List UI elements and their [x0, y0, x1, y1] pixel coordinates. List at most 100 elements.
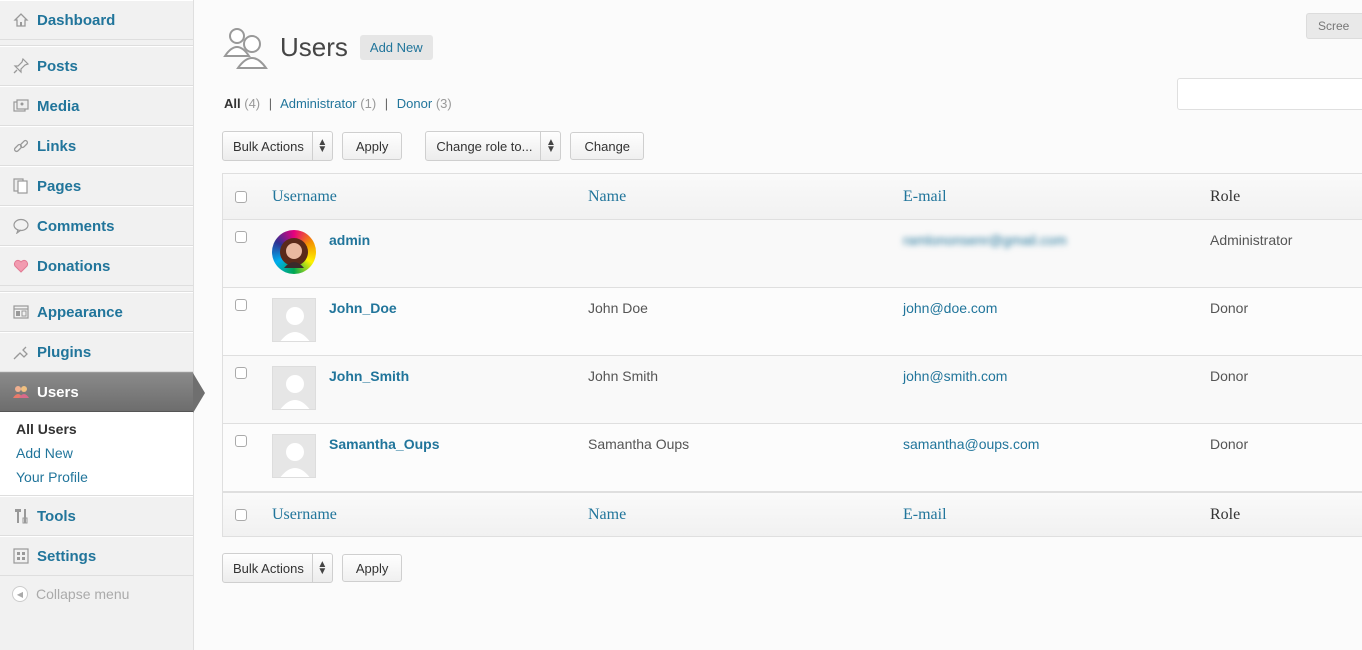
username-link[interactable]: admin	[329, 232, 370, 248]
search-users-input[interactable]	[1177, 78, 1362, 110]
column-email[interactable]: E-mail	[903, 188, 947, 206]
apply-button[interactable]: Apply	[341, 132, 403, 160]
column-name-footer[interactable]: Name	[588, 506, 626, 524]
screen-options-tab[interactable]: Scree	[1306, 13, 1362, 39]
filter-all-count: (4)	[244, 96, 261, 111]
column-name[interactable]: Name	[588, 188, 626, 206]
collapse-arrow-icon: ◀	[12, 586, 28, 602]
sidebar-item-comments[interactable]: Comments	[0, 206, 193, 246]
sidebar-item-label: Settings	[37, 547, 97, 565]
row-checkbox[interactable]	[235, 231, 247, 243]
sidebar-item-pages[interactable]: Pages	[0, 166, 193, 206]
column-role-footer: Role	[1210, 505, 1241, 523]
table-row: admin ramlononsenr@gmail.com Administrat…	[223, 220, 1362, 288]
sidebar-item-label: Appearance	[37, 303, 123, 321]
submenu-add-new[interactable]: Add New	[0, 441, 193, 465]
sidebar-item-label: Pages	[37, 177, 82, 195]
users-table: Username Name E-mail Role admin ramlonon…	[222, 173, 1362, 537]
row-checkbox[interactable]	[235, 299, 247, 311]
row-checkbox[interactable]	[235, 367, 247, 379]
plug-icon	[12, 343, 30, 361]
avatar	[272, 434, 316, 478]
filter-donor[interactable]: Donor	[397, 96, 432, 111]
user-email[interactable]: samantha@oups.com	[903, 436, 1039, 452]
bulk-actions-select[interactable]: Bulk Actions ▲ ▼	[222, 131, 333, 161]
sidebar-item-settings[interactable]: Settings	[0, 536, 193, 576]
sidebar-item-donations[interactable]: Donations	[0, 246, 193, 286]
pages-icon	[12, 177, 30, 195]
sidebar-item-label: Media	[37, 97, 80, 115]
collapse-menu[interactable]: ◀ Collapse menu	[0, 576, 193, 612]
filter-administrator-count: (1)	[360, 96, 377, 111]
filter-all[interactable]: All	[224, 96, 241, 111]
filter-separator: |	[384, 96, 389, 111]
select-arrows-icon: ▲ ▼	[540, 132, 560, 160]
username-link[interactable]: John_Smith	[329, 368, 409, 384]
submenu-all-users[interactable]: All Users	[0, 417, 193, 441]
dashboard-icon	[12, 11, 30, 29]
sidebar-item-label: Comments	[37, 217, 115, 235]
column-username-footer[interactable]: Username	[272, 506, 337, 524]
sidebar-item-links[interactable]: Links	[0, 126, 193, 166]
tools-icon	[12, 507, 30, 525]
user-role-filters: All (4) | Administrator (1) | Donor (3)	[224, 96, 452, 111]
sidebar-item-posts[interactable]: Posts	[0, 46, 193, 86]
select-arrows-icon: ▲ ▼	[311, 132, 332, 160]
users-icon	[12, 383, 30, 401]
sidebar-item-label: Users	[37, 383, 79, 401]
page-title: Users	[280, 31, 348, 62]
apply-button-bottom[interactable]: Apply	[341, 554, 403, 582]
media-icon	[12, 97, 30, 115]
table-footer: Username Name E-mail Role	[223, 492, 1362, 536]
change-role-select[interactable]: Change role to... ▲ ▼	[425, 131, 562, 161]
user-role: Donor	[1210, 436, 1249, 452]
sidebar-item-label: Tools	[37, 507, 76, 525]
table-header: Username Name E-mail Role	[223, 174, 1362, 220]
users-icon	[222, 22, 270, 72]
filter-administrator[interactable]: Administrator	[280, 96, 357, 111]
user-email[interactable]: john@doe.com	[903, 300, 997, 316]
bulk-actions-value: Bulk Actions	[233, 138, 304, 154]
user-email[interactable]: john@smith.com	[903, 368, 1007, 384]
sidebar-item-media[interactable]: Media	[0, 86, 193, 126]
collapse-menu-label: Collapse menu	[36, 586, 130, 602]
filter-separator: |	[268, 96, 273, 111]
comment-bubble-icon	[12, 217, 30, 235]
user-name: John Smith	[588, 368, 659, 384]
filter-donor-count: (3)	[435, 96, 452, 111]
user-email[interactable]: ramlononsenr@gmail.com	[903, 232, 1067, 248]
bulk-actions-value: Bulk Actions	[233, 560, 304, 576]
select-arrows-icon: ▲ ▼	[311, 554, 332, 582]
avatar	[272, 230, 316, 274]
heart-icon	[12, 257, 30, 275]
column-username[interactable]: Username	[272, 188, 337, 206]
table-row: John_Smith John Smith john@smith.com Don…	[223, 356, 1362, 424]
column-email-footer[interactable]: E-mail	[903, 506, 947, 524]
add-new-button[interactable]: Add New	[359, 34, 433, 60]
page-header: Users Add New	[222, 22, 433, 72]
pushpin-icon	[12, 57, 30, 75]
bulk-actions-select-bottom[interactable]: Bulk Actions ▲ ▼	[222, 553, 333, 583]
select-all-checkbox[interactable]	[235, 190, 247, 203]
sidebar-item-appearance[interactable]: Appearance	[0, 292, 193, 332]
sidebar-item-dashboard[interactable]: Dashboard	[0, 0, 193, 40]
submenu-your-profile[interactable]: Your Profile	[0, 465, 193, 489]
username-link[interactable]: Samantha_Oups	[329, 436, 439, 452]
username-link[interactable]: John_Doe	[329, 300, 397, 316]
appearance-icon	[12, 303, 30, 321]
select-all-checkbox-footer[interactable]	[235, 508, 247, 521]
sidebar-item-users[interactable]: Users	[0, 372, 205, 413]
sidebar-item-label: Links	[37, 137, 77, 155]
change-button[interactable]: Change	[570, 132, 645, 160]
sidebar-item-plugins[interactable]: Plugins	[0, 332, 193, 372]
user-name: John Doe	[588, 300, 648, 316]
user-role: Administrator	[1210, 232, 1293, 248]
change-role-value: Change role to...	[436, 138, 533, 154]
users-submenu: All Users Add New Your Profile	[0, 412, 193, 496]
settings-icon	[12, 547, 30, 565]
table-row: Samantha_Oups Samantha Oups samantha@oup…	[223, 424, 1362, 492]
row-checkbox[interactable]	[235, 435, 247, 447]
sidebar-item-label: Donations	[37, 257, 111, 275]
sidebar-item-tools[interactable]: Tools	[0, 496, 193, 536]
column-role: Role	[1210, 187, 1241, 205]
